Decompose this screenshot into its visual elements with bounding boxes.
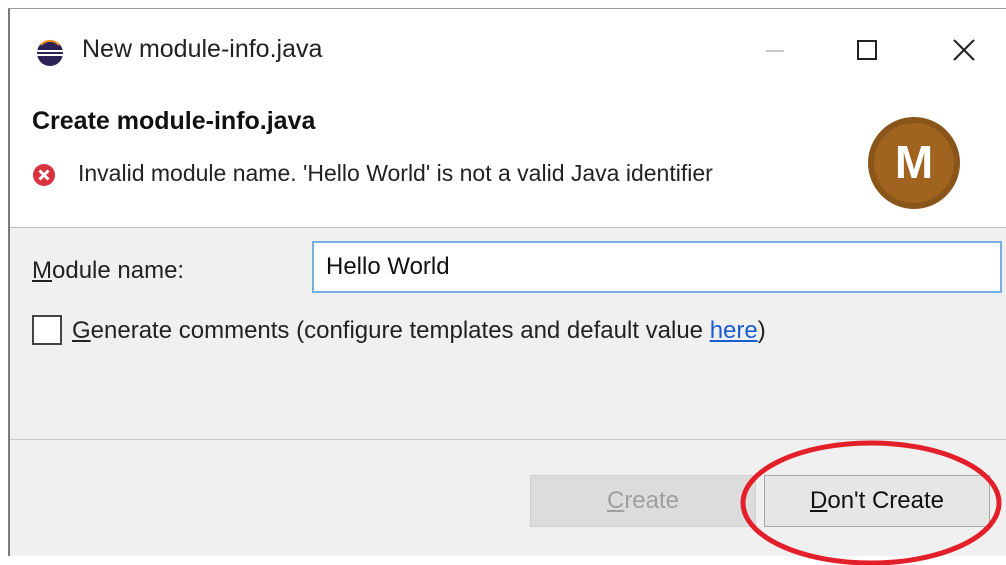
generate-comments-checkbox[interactable] <box>32 315 62 345</box>
page-title: Create module-info.java <box>32 107 316 135</box>
dialog-header: Create module-info.java Invalid module n… <box>10 89 1006 228</box>
maximize-icon <box>857 40 877 60</box>
configure-templates-link[interactable]: here <box>710 317 758 344</box>
create-mnemonic: C <box>606 487 625 514</box>
minimize-button[interactable] <box>745 23 805 77</box>
eclipse-icon <box>37 39 63 66</box>
maximize-button[interactable] <box>837 23 897 77</box>
close-button[interactable] <box>934 23 994 77</box>
minimize-icon <box>766 50 784 52</box>
generate-hint-prefix: (configure templates and default value <box>289 317 710 344</box>
title-bar: New module-info.java <box>10 9 1006 89</box>
module-label-rest: odule name: <box>52 257 185 284</box>
generate-comments-label: Generate comments (configure templates a… <box>72 317 766 345</box>
footer-divider <box>10 439 1006 440</box>
dont-create-label-rest: on't Create <box>827 487 944 514</box>
module-banner-icon: M <box>868 117 960 209</box>
module-name-input[interactable] <box>312 241 1002 293</box>
generate-hint-suffix: ) <box>757 317 766 344</box>
banner-letter: M <box>895 136 933 188</box>
generate-label-mnemonic: G <box>72 317 91 344</box>
dont-create-button[interactable]: Don't Create <box>764 475 990 527</box>
module-name-label: Module name: <box>32 257 184 285</box>
dont-create-mnemonic: D <box>810 487 828 514</box>
module-label-mnemonic: M <box>32 257 52 284</box>
generate-label-rest: enerate comments <box>90 317 290 344</box>
create-button[interactable]: Create <box>530 475 756 527</box>
window-title: New module-info.java <box>82 35 323 63</box>
error-message: Invalid module name. 'Hello World' is no… <box>78 160 713 186</box>
create-label-rest: reate <box>624 487 680 514</box>
close-icon <box>953 39 975 61</box>
dialog-window: New module-info.java Create module-info.… <box>8 8 1006 565</box>
error-icon <box>33 164 55 186</box>
